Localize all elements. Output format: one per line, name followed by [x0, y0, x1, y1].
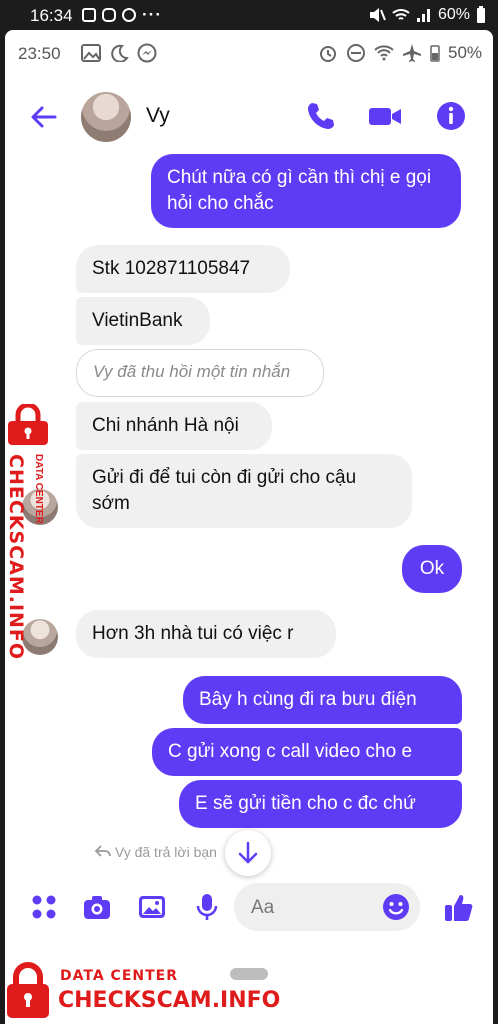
- message-incoming[interactable]: Gửi đi để tui còn đi gửi cho cậu sớm: [76, 454, 412, 528]
- message-outgoing[interactable]: Chút nữa có gì cần thì chị e gọi hỏi cho…: [151, 154, 461, 228]
- voice-call-icon[interactable]: [305, 100, 337, 132]
- scroll-to-bottom-button[interactable]: [225, 830, 271, 876]
- battery-percent: 60%: [437, 6, 470, 23]
- messenger-icon: [137, 43, 157, 63]
- battery-icon: [477, 6, 485, 23]
- watermark-bottom: DATA CENTER CHECKSCAM.INFO: [0, 952, 300, 1024]
- reply-notice-text: Vy đã trả lời bạn: [114, 844, 217, 860]
- like-thumbs-up-icon[interactable]: [443, 892, 475, 924]
- recalled-message-notice: Vy đã thu hồi một tin nhắn: [76, 349, 324, 397]
- watermark-brand: CHECKSCAM.INFO: [5, 454, 27, 661]
- signal-icon: [416, 9, 430, 22]
- watermark-brand: CHECKSCAM.INFO: [58, 988, 281, 1013]
- do-not-disturb-moon-icon: [111, 44, 129, 62]
- messenger-screen: 23:50 50% Vy Chút nữa có gì cần thì chị …: [5, 30, 493, 1024]
- mute-icon: [369, 8, 386, 22]
- wifi-icon: [392, 9, 410, 20]
- arrow-down-icon: [238, 841, 258, 864]
- gallery-icon: [81, 44, 101, 62]
- airplane-mode-icon: [403, 44, 421, 62]
- watermark-label: DATA CENTER: [60, 968, 178, 984]
- video-call-icon[interactable]: [367, 100, 403, 132]
- inner-status-time: 23:50: [18, 44, 61, 63]
- inner-battery-percent: 50%: [448, 43, 483, 62]
- instagram-notification-icon: [102, 8, 116, 22]
- message-outgoing[interactable]: C gửi xong c call video cho e: [152, 728, 462, 776]
- status-time: 16:34: [30, 6, 73, 25]
- message-incoming[interactable]: Hơn 3h nhà tui có việc r: [76, 610, 336, 658]
- message-incoming[interactable]: Chi nhánh Hà nội: [76, 402, 272, 450]
- emoji-icon[interactable]: [382, 893, 410, 921]
- facebook-notification-icon: [122, 8, 136, 22]
- message-outgoing[interactable]: Bây h cùng đi ra bưu điện: [183, 676, 462, 724]
- image-gallery-icon[interactable]: [137, 892, 167, 922]
- message-input[interactable]: Aa: [234, 883, 420, 931]
- more-notifications-icon: ···: [142, 5, 162, 24]
- message-input-placeholder: Aa: [251, 897, 275, 918]
- message-incoming[interactable]: Stk 102871105847: [76, 245, 290, 293]
- lock-icon: [7, 962, 49, 1018]
- lock-icon: [8, 404, 48, 445]
- message-thread: Chút nữa có gì cần thì chị e gọi hỏi cho…: [5, 154, 493, 876]
- watermark-label: DATA CENTER: [33, 454, 44, 524]
- message-composer: Aa: [5, 878, 493, 940]
- watermark-side: CHECKSCAM.INFO DATA CENTER: [0, 404, 60, 660]
- back-arrow-icon[interactable]: [29, 102, 59, 132]
- microphone-icon[interactable]: [192, 892, 222, 922]
- reply-arrow-icon: [94, 845, 111, 857]
- dnd-icon: [347, 44, 365, 62]
- inner-status-bar: 23:50 50%: [5, 30, 493, 76]
- system-status-bar: 16:34 ··· 60%: [0, 0, 498, 30]
- reply-notice: Vy đã trả lời bạn: [94, 844, 217, 860]
- camera-icon[interactable]: [82, 892, 112, 922]
- message-incoming[interactable]: VietinBank: [76, 297, 210, 345]
- conversation-header: Vy: [5, 88, 493, 146]
- more-actions-icon[interactable]: [29, 892, 59, 922]
- info-icon[interactable]: [435, 100, 467, 132]
- contact-avatar[interactable]: [81, 92, 131, 142]
- message-outgoing[interactable]: E sẽ gửi tiền cho c đc chứ: [179, 780, 462, 828]
- message-outgoing[interactable]: Ok: [402, 545, 462, 593]
- alarm-icon: [320, 46, 336, 62]
- wifi-icon: [374, 45, 394, 61]
- gallery-notification-icon: [82, 8, 96, 22]
- contact-name[interactable]: Vy: [146, 104, 170, 128]
- battery-icon: [430, 45, 440, 62]
